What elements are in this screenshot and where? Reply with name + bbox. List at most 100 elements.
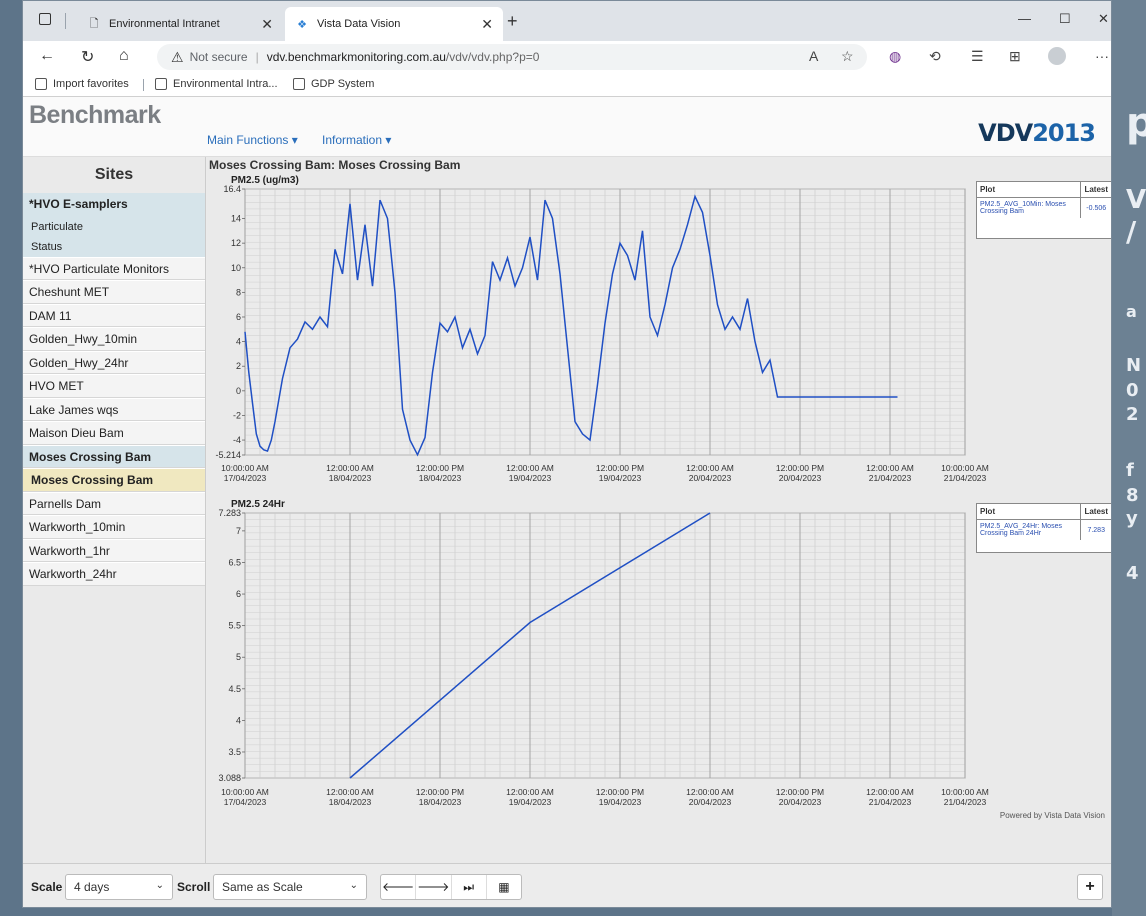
refresh-icon[interactable]: ↻ — [81, 47, 94, 67]
y-tick-label: 5.5 — [228, 621, 241, 631]
sidebar-item-warkworth-24hr[interactable]: Warkworth_24hr — [23, 562, 205, 586]
footer-toolbar: Scale 4 days ⌄ Scroll Same as Scale ⌄ 🡐 … — [23, 863, 1111, 907]
sidebar-item-maison-dieu-bam[interactable]: Maison Dieu Bam — [23, 421, 205, 445]
divider: | — [255, 50, 259, 64]
y-tick-label: 3.088 — [218, 773, 241, 783]
close-window-icon[interactable]: ✕ — [1098, 11, 1109, 27]
more-icon[interactable]: ··· — [1095, 48, 1109, 64]
sidebar-group-hvo-e-samplers[interactable]: *HVO E-samplers — [23, 193, 205, 217]
x-tick-label: 10:00:00 AM — [941, 787, 989, 797]
x-tick-label: 10:00:00 AM — [221, 463, 269, 473]
legend-series-name[interactable]: PM2.5_AVG_24Hr: Moses Crossing Bam 24Hr — [977, 520, 1081, 541]
close-icon[interactable]: ✕ — [261, 16, 273, 33]
x-tick-label: 17/04/2023 — [224, 797, 267, 807]
sidebar-item-golden-hwy-24hr[interactable]: Golden_Hwy_24hr — [23, 350, 205, 374]
favorite-label: Environmental Intra... — [173, 78, 278, 90]
url-path: /vdv/vdv.php?p=0 — [445, 50, 540, 64]
menu-information[interactable]: Information ▾ — [322, 133, 391, 147]
favorite-gdp[interactable]: GDP System — [293, 78, 374, 90]
extension-icon[interactable]: ◍ — [889, 48, 901, 65]
sidebar-item-lake-james-wqs[interactable]: Lake James wqs — [23, 397, 205, 421]
tab-vista-data-vision[interactable]: ❖ Vista Data Vision ✕ — [285, 7, 503, 41]
profile-avatar[interactable] — [1048, 47, 1066, 65]
x-tick-label: 12:00:00 PM — [776, 787, 824, 797]
menu-main-functions[interactable]: Main Functions ▾ — [207, 133, 298, 147]
y-tick-label: 14 — [231, 214, 241, 224]
back-icon[interactable]: ← — [39, 47, 55, 65]
calendar-icon[interactable]: ▦ — [487, 875, 521, 899]
sidebar-item-parnells-dam[interactable]: Parnells Dam — [23, 491, 205, 515]
arrow-right-icon[interactable]: 🡒 — [416, 875, 452, 899]
x-tick-label: 21/04/2023 — [869, 797, 912, 807]
close-icon[interactable]: ✕ — [481, 16, 493, 33]
scroll-select[interactable]: Same as Scale ⌄ — [213, 874, 367, 900]
x-tick-label: 12:00:00 PM — [596, 787, 644, 797]
read-aloud-icon[interactable]: A — [809, 48, 818, 64]
sidebar-item-warkworth-1hr[interactable]: Warkworth_1hr — [23, 538, 205, 562]
sites-sidebar: Sites *HVO E-samplers Particulate Status… — [23, 157, 206, 863]
sidebar-group-moses-crossing-bam[interactable]: Moses Crossing Bam — [23, 444, 205, 468]
sidebar-item-hvo-particulate-monitors[interactable]: *HVO Particulate Monitors — [23, 256, 205, 280]
address-row: ← ↻ ⌂ ⚠ Not secure | vdv.benchmarkmonito… — [23, 41, 1111, 73]
home-icon[interactable]: ⌂ — [119, 47, 129, 65]
x-tick-label: 20/04/2023 — [689, 797, 732, 807]
tab-title: Environmental Intranet — [109, 18, 220, 30]
favorite-import[interactable]: Import favorites — [35, 78, 129, 90]
scale-value: 4 days — [74, 880, 110, 894]
legend-series-name[interactable]: PM2.5_AVG_10Min: Moses Crossing Bam — [977, 198, 1081, 219]
sidebar-item-moses-crossing-bam[interactable]: Moses Crossing Bam — [23, 468, 205, 492]
y-tick-label: 7 — [236, 526, 241, 536]
sidebar-item-golden-hwy-10min[interactable]: Golden_Hwy_10min — [23, 327, 205, 351]
sidebar-item-cheshunt-met[interactable]: Cheshunt MET — [23, 280, 205, 304]
tab-actions-icon[interactable] — [39, 13, 51, 25]
address-bar[interactable]: ⚠ Not secure | vdv.benchmarkmonitoring.c… — [157, 44, 867, 70]
legend-header-latest: Latest — [1080, 182, 1111, 198]
y-tick-label: 6.5 — [228, 557, 241, 567]
warning-icon: ⚠ — [171, 48, 184, 65]
x-tick-label: 12:00:00 AM — [506, 463, 554, 473]
favorite-environmental[interactable]: Environmental Intra... — [155, 78, 278, 90]
navigation-controls: 🡐 🡒 ⏭ ▦ — [380, 874, 522, 900]
vdv-logo-year: 2013 — [1032, 119, 1096, 147]
extensions-icon[interactable]: ⟲ — [929, 48, 941, 65]
x-tick-label: 19/04/2023 — [599, 797, 642, 807]
add-button[interactable]: + — [1077, 874, 1103, 900]
x-tick-label: 18/04/2023 — [329, 797, 372, 807]
favorites-icon[interactable]: ☰ — [971, 48, 984, 65]
y-tick-label: 6 — [236, 589, 241, 599]
y-tick-label: 16.4 — [223, 184, 241, 194]
scale-select[interactable]: 4 days ⌄ — [65, 874, 173, 900]
y-tick-label: 10 — [231, 263, 241, 273]
sidebar-item-particulate[interactable]: Particulate — [23, 216, 205, 237]
sidebar-item-dam-11[interactable]: DAM 11 — [23, 303, 205, 327]
x-tick-label: 12:00:00 PM — [596, 463, 644, 473]
new-tab-icon[interactable]: + — [507, 11, 518, 32]
site-title: Moses Crossing Bam: Moses Crossing Bam — [209, 158, 461, 172]
arrow-left-icon[interactable]: 🡐 — [381, 875, 417, 899]
x-tick-label: 18/04/2023 — [419, 797, 462, 807]
tab-environmental-intranet[interactable]: 🗋 Environmental Intranet ✕ — [77, 7, 283, 41]
tab-title: Vista Data Vision — [317, 18, 401, 30]
sidebar-item-warkworth-10min[interactable]: Warkworth_10min — [23, 515, 205, 539]
sidebar-item-hvo-met[interactable]: HVO MET — [23, 374, 205, 398]
y-tick-label: 4.5 — [228, 684, 241, 694]
favorite-star-icon[interactable]: ☆ — [841, 48, 854, 65]
charts-svg: PM2.5 (ug/m3)16.4 14 12 10 8 6 4 2 0 -2 -4 -5.214 10… — [215, 175, 989, 807]
maximize-icon[interactable]: ☐ — [1059, 11, 1071, 27]
page-icon — [293, 78, 305, 90]
x-tick-label: 19/04/2023 — [599, 473, 642, 483]
collections-icon[interactable]: ⊞ — [1009, 48, 1021, 65]
scroll-value: Same as Scale — [222, 880, 303, 894]
x-tick-label: 12:00:00 AM — [686, 463, 734, 473]
minimize-icon[interactable]: — — [1018, 11, 1031, 26]
y-tick-label: 12 — [231, 238, 241, 248]
x-tick-label: 10:00:00 AM — [941, 463, 989, 473]
sidebar-title: Sites — [94, 166, 134, 183]
y-tick-label: 4 — [236, 337, 241, 347]
y-tick-label: 0 — [236, 386, 241, 396]
chart2-legend: Plot Latest PM2.5_AVG_24Hr: Moses Crossin… — [976, 503, 1111, 553]
legend-header-plot: Plot — [977, 182, 1081, 198]
skip-to-end-icon[interactable]: ⏭ — [452, 875, 487, 899]
sidebar-item-status[interactable]: Status — [23, 236, 205, 257]
page-header: Benchmark Main Functions ▾ Information ▾… — [23, 97, 1111, 157]
